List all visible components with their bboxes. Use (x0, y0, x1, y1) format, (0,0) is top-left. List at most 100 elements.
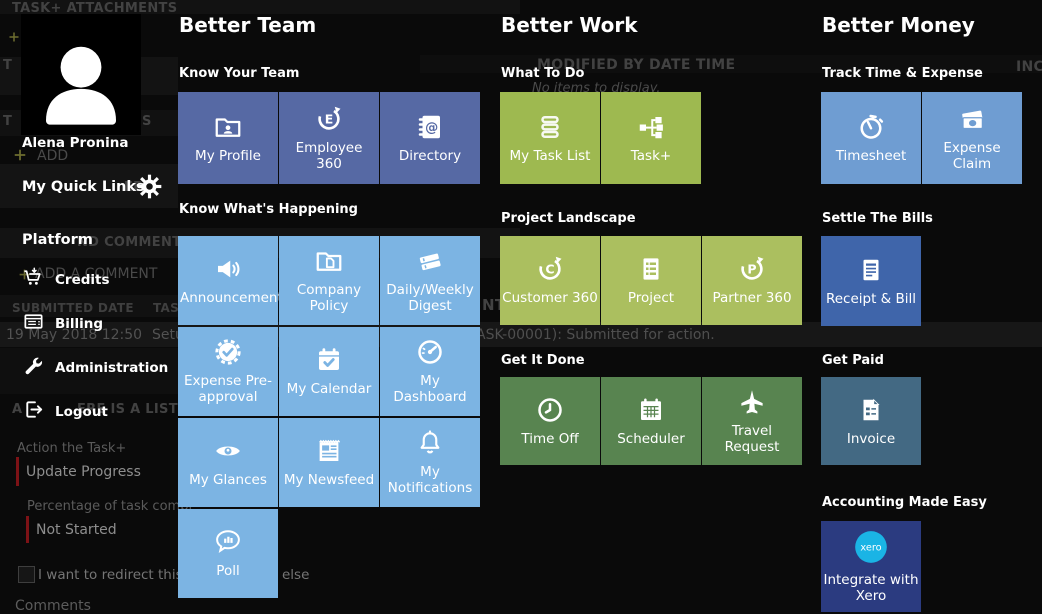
tile-expense-claim[interactable]: Expense Claim (922, 92, 1022, 184)
tile-expense-pre-approval[interactable]: Expense Pre-approval (178, 327, 278, 416)
menu-column-better-money: Better Money Track Time & Expense Timeshee… (821, 0, 1042, 614)
tile-label: Project (627, 290, 675, 307)
wrench-icon[interactable] (22, 354, 45, 377)
tile-label: Receipt & Bill (825, 290, 917, 307)
sidebar-item-administration[interactable]: Administration (55, 360, 168, 376)
bg-action-label: Action the Task+ (17, 441, 127, 456)
svg-text:P: P (747, 262, 756, 277)
tile-label: Time Off (521, 430, 579, 447)
directory-book-icon: @ (415, 112, 445, 142)
tile-travel-request[interactable]: Travel Request (702, 377, 802, 465)
tile-label: Expense Pre-approval (184, 373, 272, 405)
tile-label: My Calendar (286, 381, 372, 398)
tile-my-task-list[interactable]: My Task List (500, 92, 600, 184)
tile-label: Announcement (180, 290, 283, 307)
tile-label: Directory (398, 147, 462, 164)
tile-poll[interactable]: Poll (178, 509, 278, 598)
billing-icon[interactable] (22, 310, 45, 333)
preapproval-badge-icon (213, 337, 243, 367)
section-heading-know-what-s-happening: Know What's Happening (179, 202, 358, 217)
receipt-doc-icon (856, 255, 886, 285)
tile-customer-360[interactable]: C Customer 360 (500, 236, 600, 325)
svg-text:@: @ (425, 120, 438, 135)
tile-partner-360[interactable]: P Partner 360 (702, 236, 802, 325)
bg-redirect-checkbox (18, 566, 35, 583)
bg-action-field: Update Progress (16, 457, 141, 486)
tile-label: My Glances (189, 472, 267, 489)
tile-my-notifications[interactable]: My Notifications (380, 418, 480, 507)
tile-integrate-with-xero[interactable]: xero Integrate with Xero (821, 521, 921, 612)
tile-label: Customer 360 (502, 290, 598, 307)
tile-grid: My Task List Task+ (500, 92, 804, 184)
customer-360-icon: C (535, 254, 565, 284)
tile-task[interactable]: Task+ (601, 92, 701, 184)
bg-task-header-fragment: TAS (153, 301, 180, 315)
tile-grid: Invoice (821, 377, 1042, 465)
gear-icon[interactable] (136, 173, 163, 200)
tile-grid: C Customer 360 Project P Partner 360 (500, 236, 804, 325)
sidebar-item-credits[interactable]: Credits (55, 272, 110, 288)
tile-label: My Profile (195, 147, 261, 164)
tile-scheduler[interactable]: Scheduler (601, 377, 701, 465)
svg-text:C: C (545, 262, 554, 277)
bg-fragment: T (3, 58, 13, 73)
tile-announcement[interactable]: Announcement (178, 236, 283, 325)
tile-grid: My Profile E Employee 360 @ Directory (178, 92, 482, 184)
xero-logo-icon: xero (852, 528, 890, 566)
section-heading-know-your-team: Know Your Team (179, 66, 300, 81)
tile-label: Employee 360 (295, 139, 363, 172)
tile-daily-weekly-digest[interactable]: Daily/Weekly Digest (380, 236, 480, 325)
tile-grid: Timesheet Expense Claim (821, 92, 1042, 184)
tile-label: My Newsfeed (283, 472, 375, 489)
tile-my-profile[interactable]: My Profile (178, 92, 278, 184)
tile-label: Scheduler (617, 430, 685, 447)
tile-my-glances[interactable]: My Glances (178, 418, 278, 507)
poll-bubble-icon (213, 527, 243, 557)
tile-label: Company Policy (296, 282, 362, 314)
newsfeed-paper-icon (314, 436, 344, 466)
tile-my-dashboard[interactable]: My Dashboard (380, 327, 480, 416)
task-list-icon (535, 112, 565, 142)
sidebar-item-logout[interactable]: Logout (55, 404, 108, 420)
tile-label: Expense Claim (943, 139, 1001, 172)
tile-company-policy[interactable]: Company Policy (279, 236, 379, 325)
logout-icon[interactable] (22, 398, 45, 421)
section-heading-accounting-made-easy: Accounting Made Easy (822, 495, 987, 510)
tile-receipt-bill[interactable]: Receipt & Bill (821, 236, 921, 326)
tile-employee-360[interactable]: E Employee 360 (279, 92, 379, 184)
column-title: Better Money (822, 13, 975, 37)
menu-column-better-work: Better Work What To Do My Task List Task+ Pr… (500, 0, 804, 614)
cart-icon[interactable] (22, 266, 45, 289)
digest-books-icon (415, 246, 445, 276)
tile-my-newsfeed[interactable]: My Newsfeed (279, 418, 379, 507)
tile-project[interactable]: Project (601, 236, 701, 325)
section-heading-get-paid: Get Paid (822, 353, 884, 368)
my-quick-links-label[interactable]: My Quick Links (22, 179, 145, 195)
bg-percentage-label: Percentage of task compl (27, 499, 193, 514)
tile-my-calendar[interactable]: My Calendar (279, 327, 379, 416)
tile-timesheet[interactable]: Timesheet (821, 92, 921, 184)
employee-360-icon: E (314, 104, 344, 134)
notifications-bell-icon (415, 428, 445, 458)
bg-comments-header-fragment: ND COMMENTS (77, 235, 191, 250)
dashboard-gauge-icon (415, 337, 445, 367)
avatar (21, 14, 141, 135)
tile-directory[interactable]: @ Directory (380, 92, 480, 184)
tile-time-off[interactable]: Time Off (500, 377, 600, 465)
tile-invoice[interactable]: Invoice (821, 377, 921, 465)
section-heading-track-time-expense: Track Time & Expense (822, 66, 983, 81)
announcement-speaker-icon (213, 254, 243, 284)
partner-360-icon: P (737, 254, 767, 284)
tile-label: My Task List (509, 147, 591, 164)
tile-label: Integrate with Xero (823, 572, 919, 604)
task-plus-icon (636, 112, 666, 142)
timesheet-stopwatch-icon (856, 112, 886, 142)
plus-icon (8, 31, 20, 43)
section-heading-project-landscape: Project Landscape (501, 211, 636, 226)
tile-label: Timesheet (835, 147, 907, 164)
calendar-check-icon (314, 345, 344, 375)
sidebar-item-billing[interactable]: Billing (55, 316, 103, 332)
section-heading-get-it-done: Get It Done (501, 353, 585, 368)
bg-percentage-field: Not Started (26, 516, 117, 543)
bg-list-fragment-a: A (12, 402, 23, 417)
